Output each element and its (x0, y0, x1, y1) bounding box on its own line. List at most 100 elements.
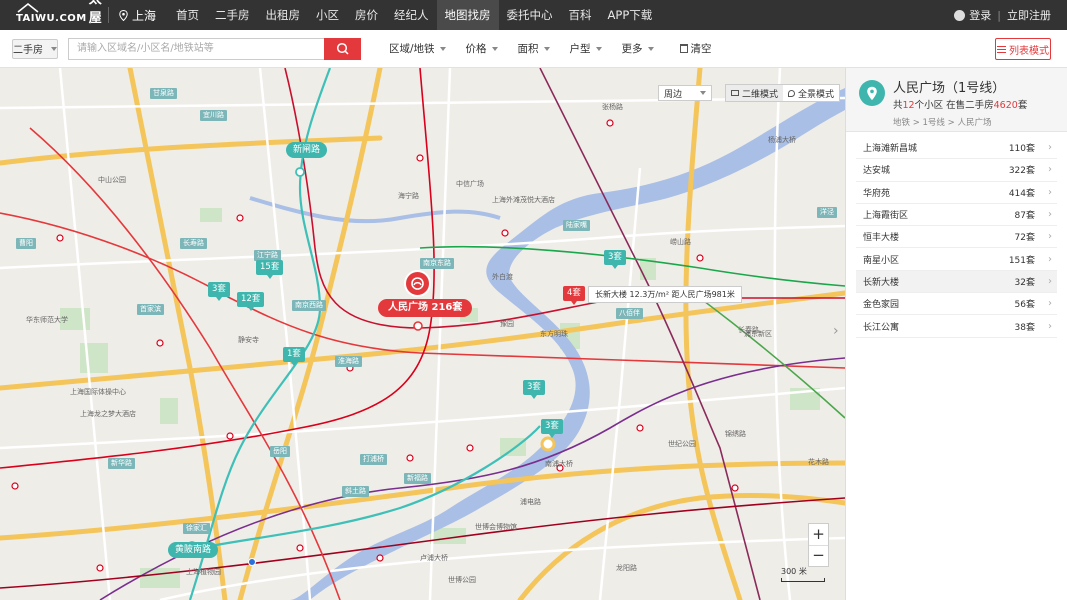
mode-pano-button[interactable]: 全景模式 (783, 85, 839, 101)
clear-label: 清空 (690, 43, 712, 55)
map-label: 龙阳路 (616, 564, 637, 572)
filter-layout-label: 户型 (569, 43, 591, 55)
summary-suffix: 套 (1017, 100, 1028, 111)
station-pin-icon (859, 80, 885, 106)
chevron-right-icon[interactable]: › (833, 323, 839, 339)
mode-2d-label: 二维模式 (742, 89, 779, 100)
map-label: 上海外滩茂悦大酒店 (492, 196, 555, 204)
map-sign: 斜土路 (342, 486, 369, 497)
filter-group: 区域/地铁 价格 面积 户型 更多 清空 (379, 38, 722, 60)
search-button[interactable] (324, 37, 361, 60)
zoom-out-button[interactable]: − (809, 546, 828, 567)
nav-wiki[interactable]: 百科 (561, 0, 600, 30)
filter-layout[interactable]: 户型 (560, 38, 612, 60)
community-count: 56套 (1014, 300, 1035, 311)
map-label: 中山公园 (98, 176, 126, 184)
city-name: 上海 (132, 8, 157, 23)
community-name: 华府苑 (863, 188, 891, 199)
clear-filters-button[interactable]: 清空 (670, 38, 722, 60)
summary-mid: 个小区 在售二手房 (914, 100, 994, 111)
site-logo[interactable]: TAIWU.COM 太屋网 (0, 0, 104, 45)
map-label: 豫园 (500, 320, 514, 328)
community-count: 151套 (1008, 255, 1035, 266)
list-mode-label: 列表模式 (1009, 45, 1049, 57)
nav-second-hand[interactable]: 二手房 (207, 0, 258, 30)
map-sign: 淮海路 (335, 356, 362, 367)
nav-rental[interactable]: 出租房 (258, 0, 309, 30)
listing-count-marker[interactable]: 3套 (604, 250, 626, 269)
community-row[interactable]: 恒丰大楼 72套 › (856, 226, 1057, 249)
community-row[interactable]: 上海霞街区 87套 › (856, 204, 1057, 227)
filter-size[interactable]: 面积 (508, 38, 560, 60)
register-link[interactable]: 立即注册 (1007, 7, 1051, 23)
location-pin-icon (119, 9, 128, 21)
house-type-dropdown[interactable]: 二手房 (12, 38, 58, 59)
listing-count-marker[interactable]: 3套 (541, 419, 563, 438)
chevron-down-icon (439, 46, 446, 51)
community-row[interactable]: 华府苑 414套 › (856, 182, 1057, 204)
community-name: 上海滩新昌城 (863, 144, 918, 155)
listing-count-marker[interactable]: 3套 (208, 282, 230, 301)
nav-agent[interactable]: 经纪人 (386, 0, 437, 30)
station-pill-xinzha[interactable]: 新闸路 (286, 142, 328, 158)
listing-count-marker[interactable]: 15套 (256, 260, 284, 279)
filter-more[interactable]: 更多 (612, 38, 664, 60)
community-row[interactable]: 达安城 322套 › (856, 159, 1057, 182)
community-row[interactable]: 上海滩新昌城 110套 › (856, 137, 1057, 160)
nav-app-download[interactable]: APP下载 (600, 0, 661, 30)
listing-count-marker-selected[interactable]: 4套 (563, 286, 585, 305)
listing-count-marker[interactable]: 12套 (237, 292, 265, 311)
map-label: 华东师范大学 (26, 316, 68, 324)
login-link[interactable]: 登录 (969, 7, 991, 23)
chevron-down-icon (491, 46, 498, 51)
listing-total: 4620 (993, 100, 1018, 111)
list-mode-button[interactable]: 列表模式 (995, 38, 1051, 60)
list-icon (997, 45, 1006, 53)
focus-station-label[interactable]: 人民广场 216套 (378, 299, 473, 317)
station-summary: 共12个小区 在售二手房4620套 (893, 97, 1027, 111)
community-row[interactable]: 金色家园 56套 › (856, 293, 1057, 316)
nav-entrust[interactable]: 委托中心 (499, 0, 561, 30)
chevron-right-icon: › (1048, 231, 1052, 243)
map-sign: 甘泉路 (150, 88, 177, 99)
chevron-down-icon (647, 46, 654, 51)
community-row[interactable]: 南星小区 151套 › (856, 248, 1057, 271)
map-label: 张杨路 (602, 103, 623, 111)
community-row-selected[interactable]: 长新大楼 32套 › (856, 270, 1057, 294)
map-sign: 宜川路 (200, 110, 227, 121)
community-name: 上海霞街区 (863, 211, 909, 222)
focus-station-marker[interactable] (404, 270, 431, 297)
filter-price[interactable]: 价格 (456, 38, 508, 60)
city-switcher[interactable]: 上海 (108, 7, 168, 23)
nav-map-search[interactable]: 地图找房 (436, 0, 499, 30)
divider: | (997, 8, 1001, 22)
map-scale: 300 米 (781, 566, 825, 582)
nav-home[interactable]: 首页 (168, 0, 207, 30)
map-sign: 南京西路 (292, 300, 326, 311)
community-row[interactable]: 长江公寓 38套 › (856, 315, 1057, 338)
filter-bar: 二手房 区域/地铁 价格 面积 户型 更多 清空 列表模式 (0, 30, 1067, 68)
location-pin-icon (867, 86, 877, 100)
zoom-in-button[interactable]: + (809, 524, 828, 546)
map-label: 浦电路 (520, 498, 541, 506)
search-input[interactable] (69, 38, 324, 59)
house-type-label: 二手房 (13, 45, 43, 56)
community-count: 87套 (1014, 211, 1035, 222)
filter-area-metro[interactable]: 区域/地铁 (379, 38, 456, 60)
community-list: 上海滩新昌城 110套 › 达安城 322套 › 华府苑 414套 › 上海霞街区 87套 › … (846, 132, 1067, 338)
chevron-right-icon: › (1048, 320, 1052, 332)
nav-price[interactable]: 房价 (347, 0, 386, 30)
map-canvas[interactable]: 甘泉路 宜川路 长寿路 江宁路 南京东路 南京西路 淮海路 陆家嘴 八佰伴 新华… (0, 68, 845, 600)
community-count: 12 (902, 100, 915, 111)
mode-2d-button[interactable]: 二维模式 (726, 85, 784, 101)
community-count: 322套 (1008, 166, 1035, 177)
scale-bar (781, 578, 825, 582)
listing-count-marker[interactable]: 3套 (523, 380, 545, 399)
surround-select[interactable]: 周边 (658, 85, 712, 101)
nav-community[interactable]: 小区 (308, 0, 347, 30)
listing-count-marker[interactable]: 1套 (283, 347, 305, 366)
map-base-layer (0, 68, 845, 600)
station-pill-huangpi[interactable]: 黄陂南路 (168, 542, 219, 558)
house-icon (17, 3, 39, 13)
chevron-right-icon: › (1048, 164, 1052, 176)
